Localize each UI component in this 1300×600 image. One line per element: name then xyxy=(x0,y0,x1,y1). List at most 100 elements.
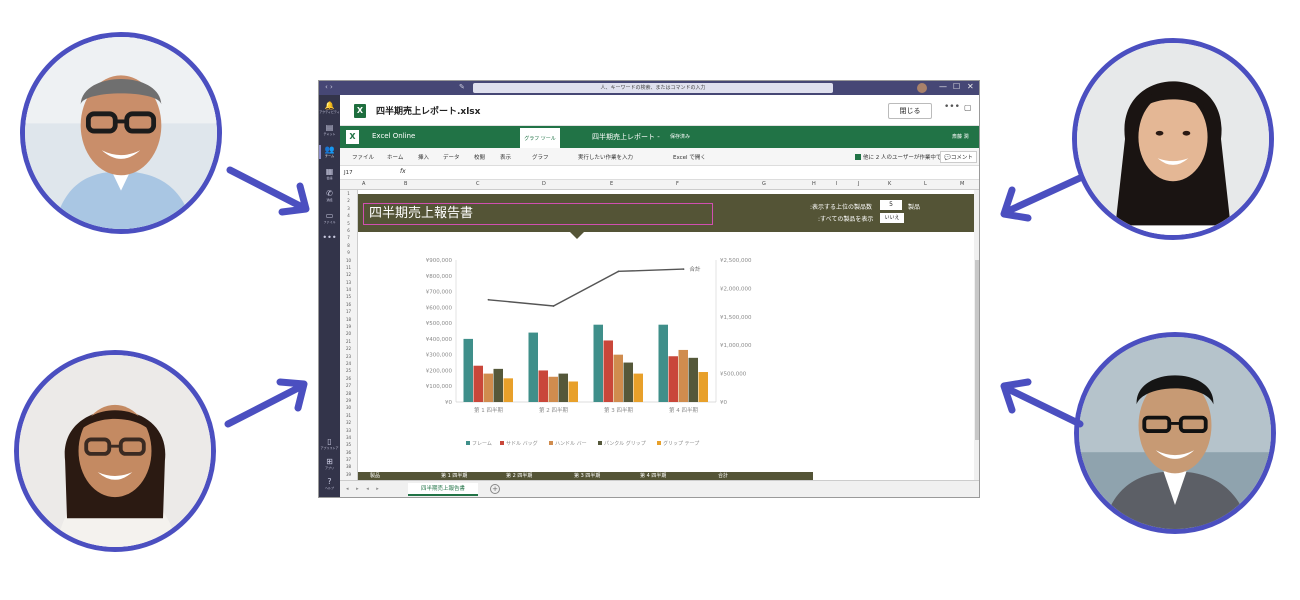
rail-item-help[interactable]: ? ヘルプ xyxy=(319,477,340,490)
rail-item-files[interactable]: ▭ ファイル xyxy=(319,211,340,224)
coauthors-indicator[interactable]: 他に 2 人のユーザーが作業中です ▾ xyxy=(855,153,951,161)
comment-button[interactable]: 💬コメント xyxy=(940,151,977,163)
row-header[interactable]: 18 xyxy=(340,316,357,323)
column-header[interactable]: H xyxy=(812,181,816,187)
tab-chart[interactable]: グラフ xyxy=(532,153,549,161)
open-in-excel-button[interactable]: Excel で開く xyxy=(673,153,706,161)
table-header[interactable]: 製品 xyxy=(370,472,380,480)
column-header[interactable]: D xyxy=(542,181,546,187)
row-header[interactable]: 29 xyxy=(340,397,357,404)
row-header[interactable]: 25 xyxy=(340,367,357,374)
rail-item-more[interactable]: ••• xyxy=(319,233,340,242)
row-header[interactable]: 37 xyxy=(340,456,357,463)
maximize-icon[interactable]: ☐ xyxy=(953,82,960,91)
rail-item-chat[interactable]: ▤ チャット xyxy=(319,123,340,136)
sheet-nav-arrows[interactable]: ◂ ▸ ◂ ▸ xyxy=(346,486,382,492)
tell-me-input[interactable]: 実行したい作業を入力 xyxy=(578,153,633,161)
column-header[interactable]: C xyxy=(476,181,480,187)
column-header[interactable]: B xyxy=(404,181,407,187)
close-button[interactable]: 閉じる xyxy=(888,103,932,119)
rail-item-calendar[interactable]: ▦ 会議 xyxy=(319,167,340,180)
search-input[interactable]: 人、キーワードの検索、またはコマンドの入力 xyxy=(473,83,833,93)
row-header[interactable]: 14 xyxy=(340,286,357,293)
row-header[interactable]: 31 xyxy=(340,412,357,419)
tab-insert[interactable]: 挿入 xyxy=(418,153,429,161)
tab-home[interactable]: ホーム xyxy=(387,153,403,161)
row-header[interactable]: 9 xyxy=(340,249,357,256)
top-products-input[interactable]: 5 xyxy=(880,200,902,210)
row-header[interactable]: 1 xyxy=(340,190,357,197)
row-header[interactable]: 10 xyxy=(340,257,357,264)
rail-item-store[interactable]: ▯ アプリストア xyxy=(319,437,340,450)
report-title[interactable]: 四半期売上報告書 xyxy=(363,203,713,225)
column-header[interactable]: I xyxy=(836,181,837,187)
row-header[interactable]: 23 xyxy=(340,353,357,360)
row-header[interactable]: 4 xyxy=(340,212,357,219)
show-all-select[interactable]: いいえ xyxy=(880,213,904,223)
row-header[interactable]: 7 xyxy=(340,234,357,241)
column-header[interactable]: F xyxy=(676,181,679,187)
row-header[interactable]: 8 xyxy=(340,242,357,249)
tab-file[interactable]: ファイル xyxy=(352,153,374,161)
row-header[interactable]: 28 xyxy=(340,390,357,397)
row-header[interactable]: 22 xyxy=(340,345,357,352)
row-header[interactable]: 30 xyxy=(340,404,357,411)
row-header[interactable]: 24 xyxy=(340,360,357,367)
column-header[interactable]: G xyxy=(762,181,766,187)
compose-icon[interactable]: ✎ xyxy=(459,83,465,91)
table-header[interactable]: 第 4 四半期 xyxy=(640,472,666,480)
tab-chart-tools[interactable]: グラフ ツール xyxy=(520,126,560,148)
row-header[interactable]: 11 xyxy=(340,264,357,271)
row-header[interactable]: 34 xyxy=(340,434,357,441)
table-header[interactable]: 合計 xyxy=(718,472,728,480)
row-header[interactable]: 16 xyxy=(340,301,357,308)
more-icon[interactable]: ••• xyxy=(944,102,960,112)
row-header[interactable]: 12 xyxy=(340,271,357,278)
row-header[interactable]: 3 xyxy=(340,205,357,212)
nav-arrows[interactable]: ‹ › xyxy=(325,83,333,91)
conversation-icon[interactable]: ▢ xyxy=(964,103,972,112)
tab-data[interactable]: データ xyxy=(443,153,460,161)
column-header[interactable]: K xyxy=(888,181,891,187)
vertical-scrollbar[interactable] xyxy=(974,190,979,480)
row-header[interactable]: 15 xyxy=(340,293,357,300)
function-icon[interactable]: fx xyxy=(400,168,406,175)
row-header[interactable]: 21 xyxy=(340,338,357,345)
tab-review[interactable]: 校閲 xyxy=(474,153,485,161)
row-header[interactable]: 35 xyxy=(340,441,357,448)
column-header[interactable]: A xyxy=(362,181,365,187)
table-header[interactable]: 第 3 四半期 xyxy=(574,472,600,480)
row-header[interactable]: 19 xyxy=(340,323,357,330)
column-header[interactable]: M xyxy=(960,181,964,187)
scrollbar-thumb[interactable] xyxy=(975,260,979,440)
sales-chart[interactable]: ¥900,000 ¥800,000 ¥700,000 ¥600,000 ¥500,000… xyxy=(398,240,788,476)
row-header[interactable]: 6 xyxy=(340,227,357,234)
minimize-icon[interactable]: — xyxy=(939,82,947,91)
row-header[interactable]: 2 xyxy=(340,197,357,204)
worksheet[interactable]: 四半期売上報告書 :表示する上位の製品数 5 製品 :すべての製品を表示 いいえ… xyxy=(358,190,974,480)
table-header[interactable]: 第 1 四半期 xyxy=(441,472,467,480)
column-header[interactable]: L xyxy=(924,181,927,187)
row-header[interactable]: 33 xyxy=(340,427,357,434)
avatar[interactable] xyxy=(917,83,927,93)
tab-view[interactable]: 表示 xyxy=(500,153,511,161)
name-box[interactable]: J17 xyxy=(344,168,384,178)
rail-item-activity[interactable]: 🔔 アクティビティ xyxy=(319,101,340,114)
row-header[interactable]: 5 xyxy=(340,220,357,227)
row-header[interactable]: 17 xyxy=(340,308,357,315)
rail-item-calls[interactable]: ✆ 通話 xyxy=(319,189,340,202)
row-header[interactable]: 26 xyxy=(340,375,357,382)
rail-item-teams[interactable]: 👥 チーム xyxy=(319,145,340,159)
sheet-tab[interactable]: 四半期売上報告書 xyxy=(408,483,478,496)
row-header[interactable]: 36 xyxy=(340,449,357,456)
user-name[interactable]: 斎藤 潤 xyxy=(952,133,969,140)
row-header[interactable]: 32 xyxy=(340,419,357,426)
column-header[interactable]: E xyxy=(610,181,613,187)
row-header[interactable]: 27 xyxy=(340,382,357,389)
row-header[interactable]: 13 xyxy=(340,279,357,286)
row-header[interactable]: 38 xyxy=(340,463,357,470)
rail-item-apps[interactable]: ⊞ アプリ xyxy=(319,457,340,470)
table-header[interactable]: 第 2 四半期 xyxy=(506,472,532,480)
row-header[interactable]: 20 xyxy=(340,330,357,337)
column-header[interactable]: J xyxy=(858,181,859,187)
